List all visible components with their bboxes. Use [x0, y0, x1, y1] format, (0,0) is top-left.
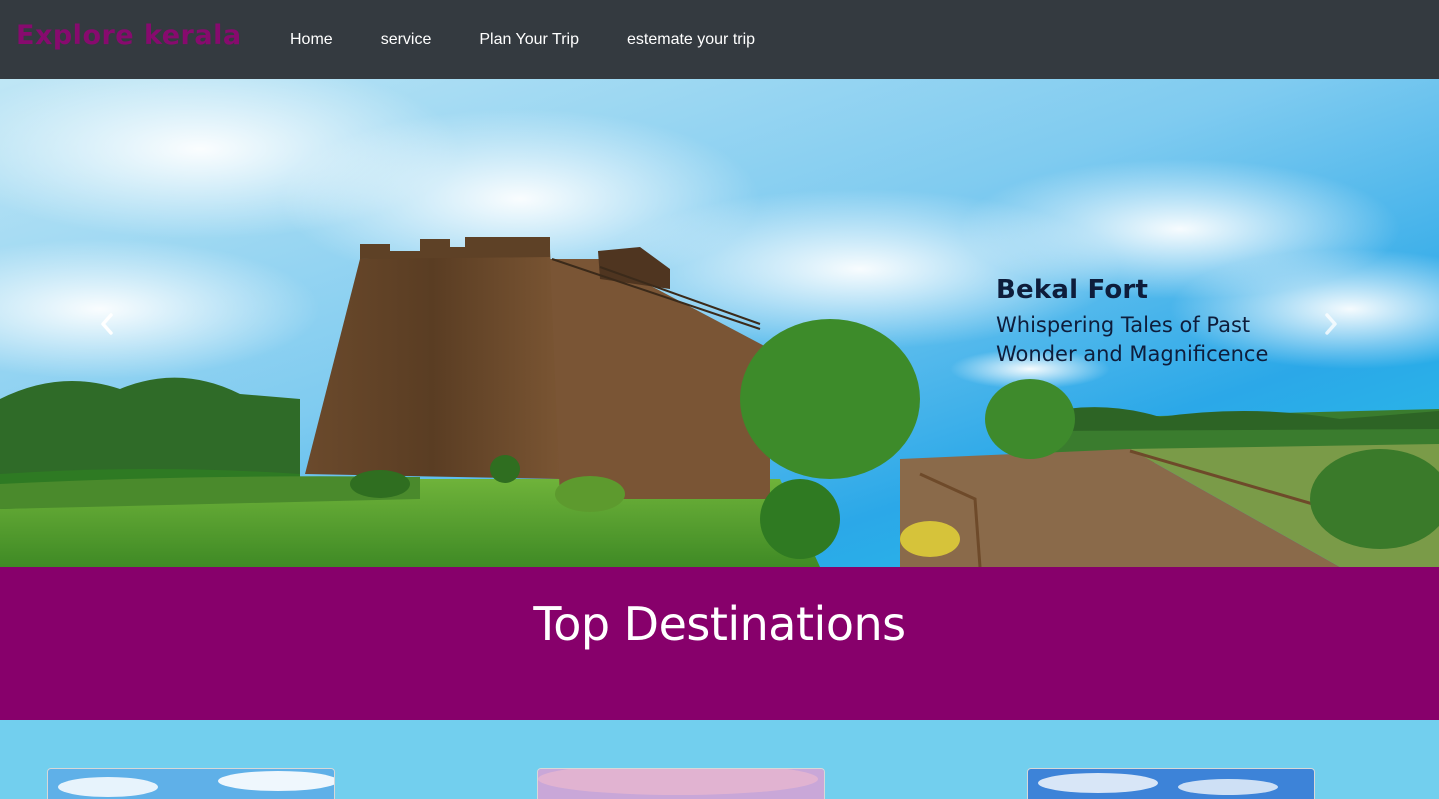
destination-image [1028, 769, 1314, 799]
top-destinations-band: Top Destinations [0, 567, 1439, 720]
nav-link-estimate-your-trip[interactable]: estemate your trip [603, 31, 779, 49]
destination-image [538, 769, 824, 799]
slide-subtitle-line2: Wonder and Magnificence [996, 342, 1269, 366]
top-navbar: Explore kerala Home service Plan Your Tr… [0, 0, 1439, 79]
chevron-left-icon [101, 313, 113, 335]
nav-link-plan-your-trip[interactable]: Plan Your Trip [455, 31, 603, 49]
slide-title: Bekal Fort [996, 275, 1149, 305]
destination-card[interactable] [47, 768, 335, 799]
slide-subtitle-line1: Whispering Tales of Past [996, 313, 1251, 337]
destination-cards [0, 720, 1439, 799]
slide-subtitle: Whispering Tales of Past Wonder and Magn… [996, 311, 1306, 369]
nav-link-home[interactable]: Home [266, 31, 357, 49]
nav-link-service[interactable]: service [357, 31, 456, 49]
carousel-next-button[interactable] [1316, 309, 1346, 339]
section-heading: Top Destinations [533, 597, 906, 652]
hero-carousel: Bekal Fort Whispering Tales of Past Wond… [0, 79, 1439, 567]
destination-card[interactable] [537, 768, 825, 799]
carousel-prev-button[interactable] [92, 309, 122, 339]
brand-logo[interactable]: Explore kerala [16, 20, 242, 51]
slide-caption: Bekal Fort Whispering Tales of Past Wond… [996, 275, 1306, 369]
destination-card[interactable] [1027, 768, 1315, 799]
destination-image [48, 769, 334, 799]
chevron-right-icon [1325, 313, 1337, 335]
nav-links: Home service Plan Your Trip estemate you… [266, 0, 779, 79]
